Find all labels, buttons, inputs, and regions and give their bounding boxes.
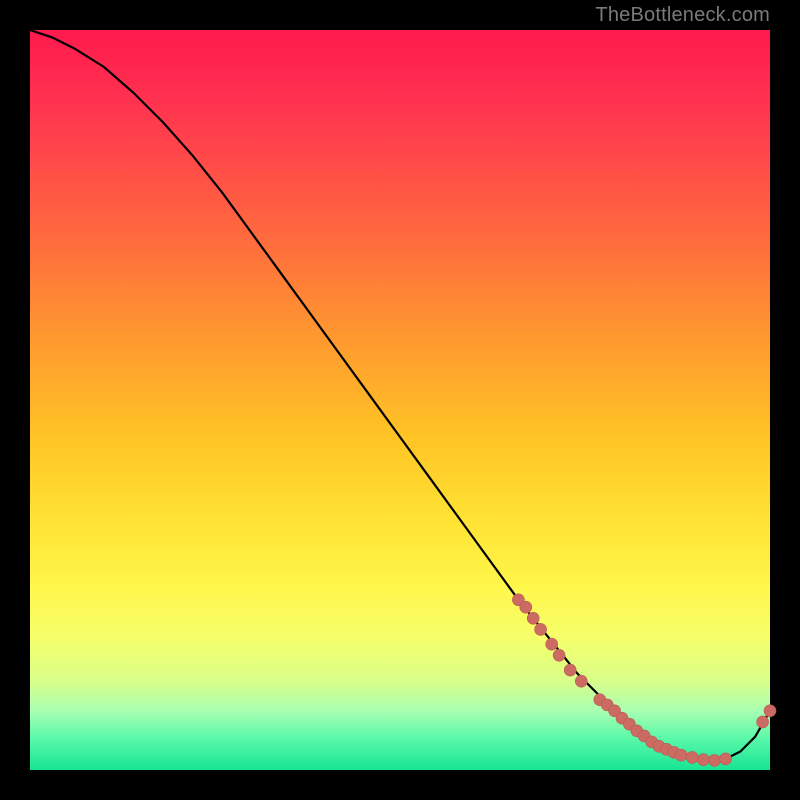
scatter-point: [527, 612, 539, 624]
plot-area: [30, 30, 770, 770]
scatter-point: [546, 638, 558, 650]
scatter-point: [535, 623, 547, 635]
scatter-point: [697, 754, 709, 766]
scatter-point: [553, 649, 565, 661]
scatter-point: [764, 705, 776, 717]
watermark-text: TheBottleneck.com: [595, 4, 770, 27]
bottleneck-curve: [30, 30, 770, 760]
chart-frame: TheBottleneck.com: [0, 0, 800, 800]
scatter-point: [720, 753, 732, 765]
scatter-point: [709, 754, 721, 766]
scatter-point: [675, 749, 687, 761]
scatter-point: [757, 716, 769, 728]
scatter-point: [686, 751, 698, 763]
scatter-point: [520, 601, 532, 613]
chart-svg: [30, 30, 770, 770]
scatter-point: [564, 664, 576, 676]
scatter-point: [575, 675, 587, 687]
scatter-points: [512, 594, 776, 767]
